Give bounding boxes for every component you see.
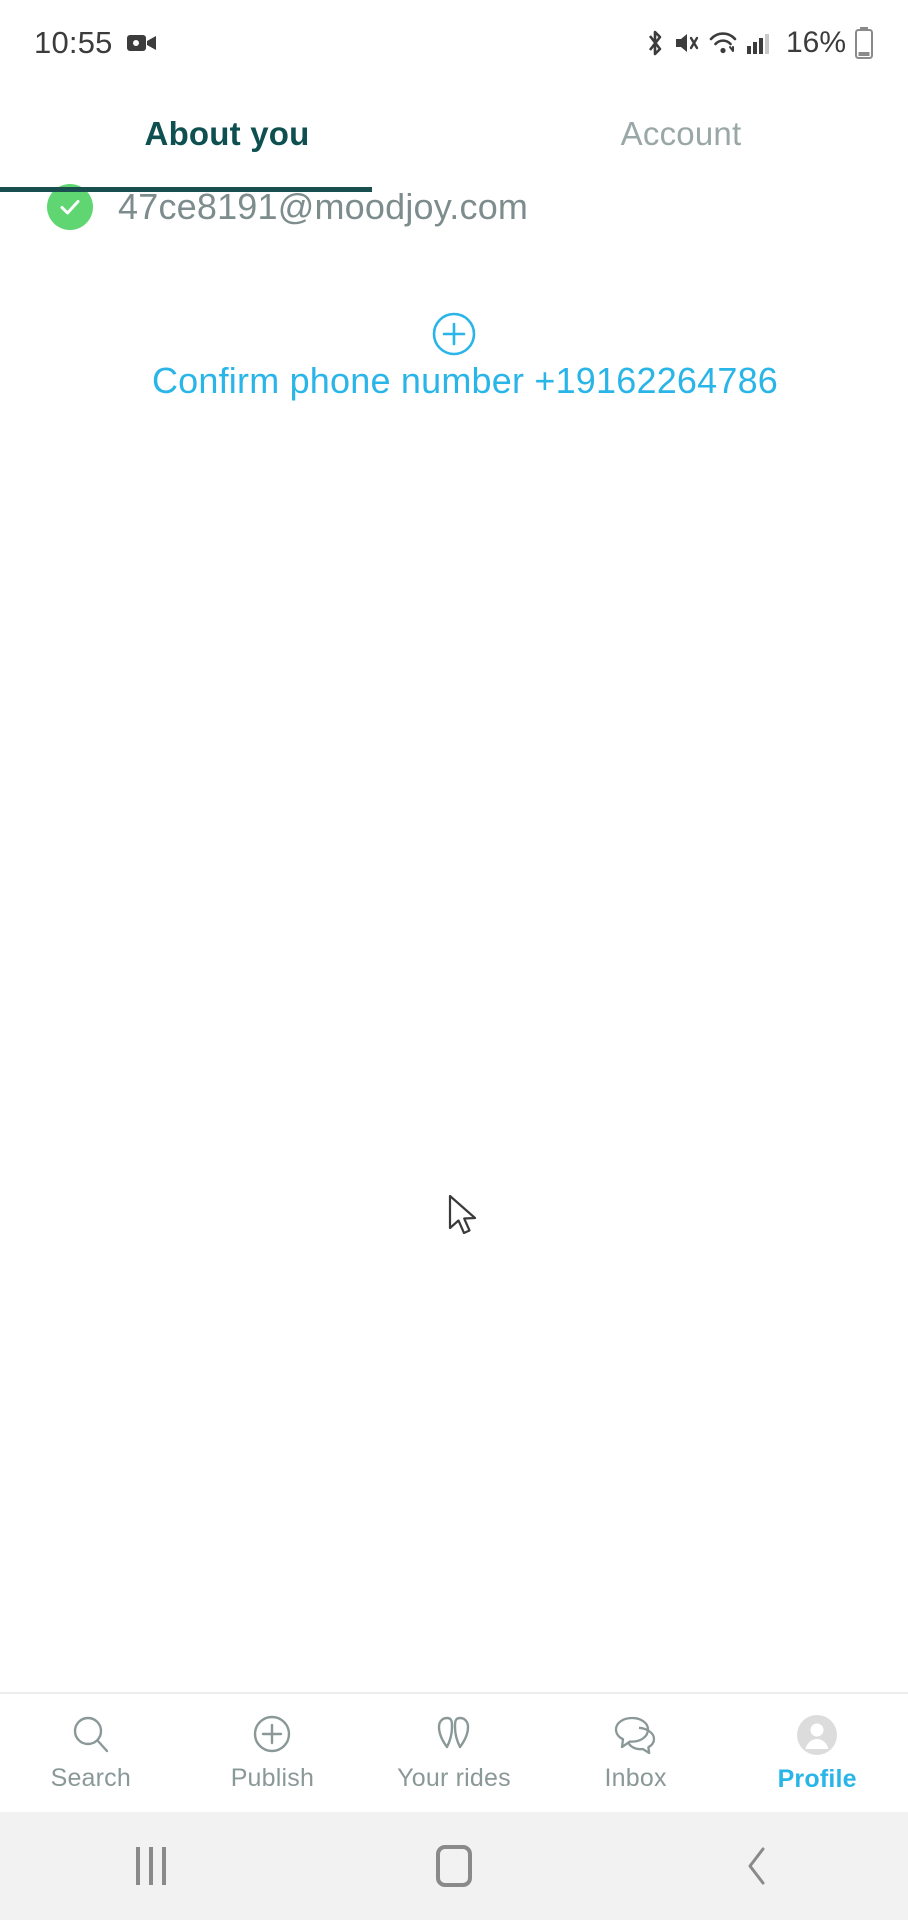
bottom-navigation[interactable]: Search Publish Your rides Inbox Profile <box>0 1692 908 1812</box>
nav-item-inbox[interactable]: Inbox <box>545 1713 727 1793</box>
video-camera-icon <box>126 32 157 54</box>
tab-account[interactable]: Account <box>454 115 908 153</box>
nav-item-publish[interactable]: Publish <box>182 1713 364 1793</box>
status-bar-left: 10:55 <box>34 25 157 61</box>
back-chevron-icon <box>744 1845 770 1887</box>
avatar-icon <box>794 1712 840 1758</box>
nav-item-search[interactable]: Search <box>0 1713 182 1793</box>
nav-item-your-rides[interactable]: Your rides <box>363 1713 545 1793</box>
nav-label-search: Search <box>50 1764 131 1792</box>
email-value: 47ce8191@moodjoy.com <box>118 186 529 227</box>
recents-button[interactable] <box>0 1847 303 1885</box>
home-icon <box>436 1845 472 1887</box>
cellular-signal-icon <box>746 30 772 56</box>
bluetooth-icon <box>644 28 666 58</box>
plus-circle-icon <box>250 1713 294 1757</box>
scroll-content[interactable]: 47ce8191@moodjoy.com Confirm phone numbe… <box>0 182 908 1692</box>
app-screen: 10:55 16% About you Account 47ce8191@moo… <box>0 0 908 1920</box>
status-bar: 10:55 16% <box>0 0 908 86</box>
home-button[interactable] <box>303 1845 606 1887</box>
chat-bubbles-icon <box>612 1713 660 1757</box>
contact-block: 47ce8191@moodjoy.com Confirm phone numbe… <box>0 182 908 1692</box>
status-bar-right: 16% <box>644 26 874 60</box>
search-icon <box>69 1713 113 1757</box>
nav-label-your-rides: Your rides <box>397 1764 511 1792</box>
active-tab-indicator <box>0 187 372 192</box>
mute-icon <box>674 29 700 57</box>
confirm-phone-row[interactable]: Confirm phone number +19162264786 <box>0 308 908 1692</box>
nav-item-profile[interactable]: Profile <box>726 1712 908 1794</box>
recents-icon <box>136 1847 167 1885</box>
nav-label-publish: Publish <box>230 1764 315 1792</box>
tab-about-you[interactable]: About you <box>0 115 454 153</box>
nav-label-inbox: Inbox <box>604 1764 667 1792</box>
nav-label-profile: Profile <box>777 1765 857 1793</box>
back-button[interactable] <box>605 1845 908 1887</box>
android-system-nav[interactable] <box>0 1812 908 1920</box>
plus-circle-icon <box>428 308 480 360</box>
battery-icon <box>854 27 874 59</box>
battery-percent: 16% <box>785 26 846 59</box>
wifi-icon <box>708 29 738 57</box>
confirm-phone-label[interactable]: Confirm phone number +19162264786 <box>152 360 778 402</box>
status-time: 10:55 <box>34 25 113 60</box>
tab-bar[interactable]: About you Account <box>0 86 908 182</box>
rides-pins-icon <box>430 1713 478 1757</box>
